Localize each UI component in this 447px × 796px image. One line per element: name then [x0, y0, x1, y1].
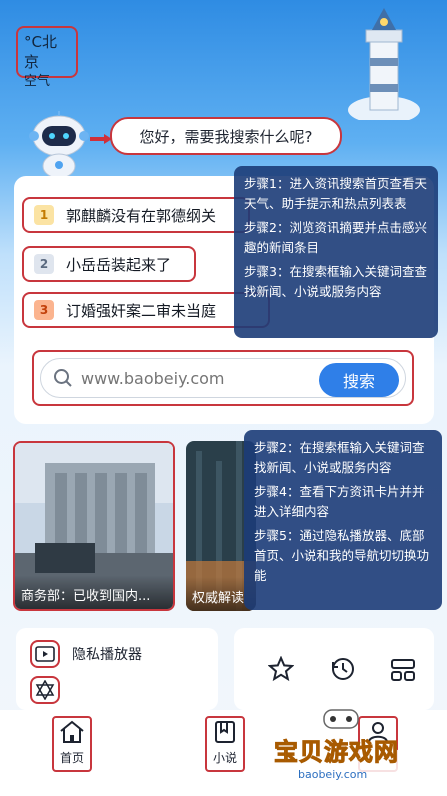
- rank-badge: 1: [34, 205, 54, 225]
- news-caption: 商务部：已收到国内...: [15, 575, 173, 609]
- weather-widget[interactable]: °C北京 空气: [16, 26, 78, 89]
- watermark-text: 宝贝游戏网: [274, 738, 399, 767]
- private-player-label: 隐私播放器: [72, 647, 142, 663]
- search-box: 搜索: [32, 350, 414, 406]
- overlay-step: 步骤2：浏览资讯摘要并点击感兴趣的新闻条目: [244, 220, 427, 255]
- feature-card-left: 隐私播放器: [16, 628, 218, 710]
- nav-novel-button[interactable]: 小说: [205, 716, 245, 772]
- search-button[interactable]: 搜索: [319, 363, 399, 397]
- overlay-step: 步骤2：在搜索框输入关键词查找新闻、小说或服务内容: [254, 440, 425, 475]
- greeting-text: 您好，需要我搜索什么呢?: [139, 127, 313, 146]
- lighthouse-illustration: [348, 8, 420, 120]
- overlay-step: 步骤4：查看下方资讯卡片并并进入详细内容: [254, 484, 425, 519]
- robot-assistant-icon[interactable]: [26, 110, 92, 180]
- favorites-star-icon[interactable]: [268, 656, 294, 682]
- history-icon[interactable]: [330, 656, 356, 682]
- news-card-1[interactable]: 商务部：已收到国内...: [13, 441, 175, 611]
- weather-temp-city: °C北京: [24, 33, 57, 71]
- weather-air: 空气: [24, 74, 51, 89]
- search-input[interactable]: [81, 368, 301, 388]
- tools-icon[interactable]: [390, 656, 416, 684]
- rank-badge: 2: [34, 254, 54, 274]
- step-overlay-bottom: 步骤2：在搜索框输入关键词查找新闻、小说或服务内容 步骤4：查看下方资讯卡片并并…: [244, 430, 442, 610]
- overlay-step: 步骤5：通过隐私播放器、底部首页、小说和我的导航切切换功能: [254, 528, 430, 583]
- search-field: 搜索: [40, 358, 406, 398]
- play-icon: [30, 640, 60, 668]
- hot-item-title: 郭麒麟没有在郭德纲关: [66, 206, 217, 225]
- private-player-item[interactable]: 隐私播放器: [30, 640, 142, 668]
- book-icon: [215, 721, 235, 743]
- rank-badge: 3: [34, 300, 54, 320]
- nav-home-button[interactable]: 首页: [52, 716, 92, 772]
- star-of-david-item[interactable]: [30, 676, 60, 704]
- star-of-david-icon: [30, 676, 60, 704]
- hot-item-2[interactable]: 2 小岳岳装起来了: [22, 246, 196, 282]
- nav-home-label: 首页: [59, 751, 84, 765]
- search-icon: [54, 369, 72, 387]
- watermark-url: baobeiy.com: [298, 768, 368, 781]
- assistant-greeting-bubble[interactable]: 您好，需要我搜索什么呢?: [110, 117, 342, 155]
- nav-novel-label: 小说: [212, 751, 237, 765]
- pointer-arrow-icon: [90, 134, 112, 144]
- step-overlay-top: 步骤1：进入资讯搜索首页查看天天气、助手提示和热点列表表 步骤2：浏览资讯摘要并…: [234, 166, 438, 338]
- feature-card-right: [234, 628, 434, 710]
- overlay-step: 步骤3：在搜索框输入关键词查查找新闻、小说或服务内容: [244, 264, 427, 299]
- home-icon: [60, 720, 84, 743]
- overlay-step: 步骤1：进入资讯搜索首页查看天天气、助手提示和热点列表表: [244, 176, 427, 211]
- hot-item-title: 小岳岳装起来了: [66, 255, 172, 274]
- hot-item-title: 订婚强奸案二审未当庭: [66, 301, 217, 320]
- hot-item-3[interactable]: 3 订婚强奸案二审未当庭: [22, 292, 270, 328]
- hot-item-1[interactable]: 1 郭麒麟没有在郭德纲关: [22, 197, 250, 233]
